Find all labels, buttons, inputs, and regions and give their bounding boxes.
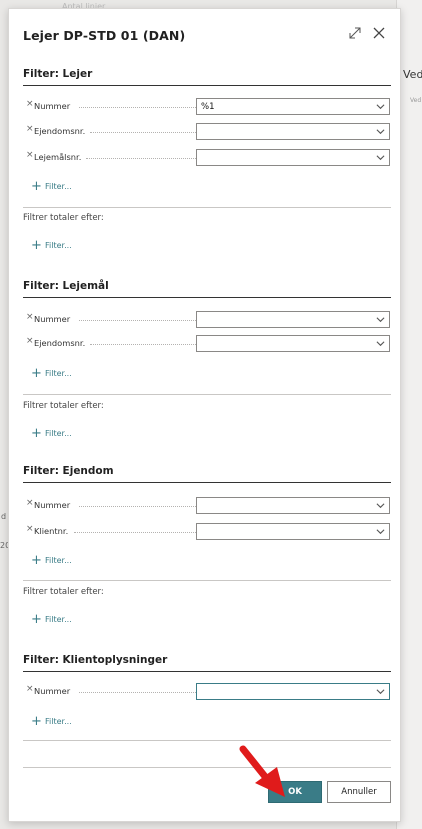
filter-row-nummer: × Nummer bbox=[23, 311, 391, 328]
remove-filter-icon[interactable]: × bbox=[26, 150, 34, 160]
remove-filter-icon[interactable]: × bbox=[26, 99, 34, 109]
remove-filter-icon[interactable]: × bbox=[26, 524, 34, 534]
section-divider bbox=[23, 482, 391, 483]
chevron-down-icon[interactable] bbox=[376, 102, 385, 111]
background-left-snippet: d bbox=[1, 512, 7, 521]
filter-label: Nummer bbox=[34, 686, 71, 696]
annotation-arrow-icon bbox=[239, 745, 285, 797]
leader-dots bbox=[74, 532, 200, 533]
chevron-down-icon[interactable] bbox=[376, 153, 385, 162]
plus-icon: + bbox=[31, 366, 42, 381]
filter-row-nummer: × Nummer bbox=[23, 497, 391, 514]
plus-icon: + bbox=[31, 179, 42, 194]
cancel-button[interactable]: Annuller bbox=[327, 781, 391, 803]
remove-filter-icon[interactable]: × bbox=[26, 124, 34, 134]
remove-filter-icon[interactable]: × bbox=[26, 684, 34, 694]
filter-input[interactable] bbox=[196, 123, 390, 140]
chevron-down-icon[interactable] bbox=[376, 527, 385, 536]
filter-dialog: Lejer DP-STD 01 (DAN) Filter: Lejer × Nu… bbox=[8, 8, 401, 822]
close-icon[interactable] bbox=[371, 25, 387, 41]
remove-filter-icon[interactable]: × bbox=[26, 336, 34, 346]
plus-icon: + bbox=[31, 553, 42, 568]
filter-input[interactable] bbox=[196, 149, 390, 166]
divider bbox=[23, 394, 391, 395]
filter-input[interactable] bbox=[196, 497, 390, 514]
filter-row-nummer: × Nummer bbox=[23, 683, 391, 700]
divider bbox=[23, 580, 391, 581]
totals-label: Filtrer totaler efter: bbox=[23, 587, 104, 597]
leader-dots bbox=[79, 107, 200, 108]
leader-dots bbox=[79, 506, 200, 507]
plus-icon: + bbox=[31, 714, 42, 729]
filter-row-ejendomsnr: × Ejendomsnr. bbox=[23, 335, 391, 352]
section-divider bbox=[23, 297, 391, 298]
plus-icon: + bbox=[31, 612, 42, 627]
section-divider bbox=[23, 671, 391, 672]
filter-input[interactable] bbox=[196, 311, 390, 328]
filter-value: %1 bbox=[201, 102, 215, 112]
chevron-down-icon[interactable] bbox=[376, 339, 385, 348]
divider bbox=[23, 207, 391, 208]
background-right-text: Ved bbox=[403, 68, 422, 81]
totals-label: Filtrer totaler efter: bbox=[23, 213, 104, 223]
leader-dots bbox=[86, 158, 200, 159]
filter-row-ejendomsnr: × Ejendomsnr. bbox=[23, 123, 391, 140]
remove-filter-icon[interactable]: × bbox=[26, 312, 34, 322]
filter-label: Ejendomsnr. bbox=[34, 338, 86, 348]
section-title-lejemaal: Filter: Lejemål bbox=[23, 280, 109, 292]
section-title-klientoplysninger: Filter: Klientoplysninger bbox=[23, 654, 168, 666]
plus-icon: + bbox=[31, 238, 42, 253]
leader-dots bbox=[90, 132, 200, 133]
filter-row-klientnr: × Klientnr. bbox=[23, 523, 391, 540]
section-title-lejer: Filter: Lejer bbox=[23, 68, 93, 80]
filter-row-nummer: × Nummer %1 bbox=[23, 98, 391, 115]
chevron-down-icon[interactable] bbox=[376, 315, 385, 324]
filter-label: Nummer bbox=[34, 314, 71, 324]
dialog-title: Lejer DP-STD 01 (DAN) bbox=[23, 28, 186, 43]
section-title-ejendom: Filter: Ejendom bbox=[23, 465, 114, 477]
chevron-down-icon[interactable] bbox=[376, 687, 385, 696]
section-divider bbox=[23, 85, 391, 86]
chevron-down-icon[interactable] bbox=[376, 127, 385, 136]
filter-row-lejemaalsnr: × Lejemålsnr. bbox=[23, 149, 391, 166]
leader-dots bbox=[90, 344, 200, 345]
filter-label: Nummer bbox=[34, 500, 71, 510]
filter-label: Klientnr. bbox=[34, 526, 69, 536]
footer-divider bbox=[23, 767, 391, 768]
leader-dots bbox=[79, 692, 200, 693]
filter-label: Nummer bbox=[34, 101, 71, 111]
filter-input[interactable] bbox=[196, 683, 390, 700]
expand-icon[interactable] bbox=[347, 25, 363, 41]
filter-input[interactable]: %1 bbox=[196, 98, 390, 115]
background-right-subtext: Ved bbox=[410, 97, 422, 104]
filter-input[interactable] bbox=[196, 335, 390, 352]
leader-dots bbox=[79, 320, 200, 321]
plus-icon: + bbox=[31, 426, 42, 441]
divider bbox=[23, 740, 391, 741]
filter-label: Ejendomsnr. bbox=[34, 126, 86, 136]
filter-input[interactable] bbox=[196, 523, 390, 540]
totals-label: Filtrer totaler efter: bbox=[23, 401, 104, 411]
chevron-down-icon[interactable] bbox=[376, 501, 385, 510]
filter-label: Lejemålsnr. bbox=[34, 152, 82, 162]
remove-filter-icon[interactable]: × bbox=[26, 498, 34, 508]
